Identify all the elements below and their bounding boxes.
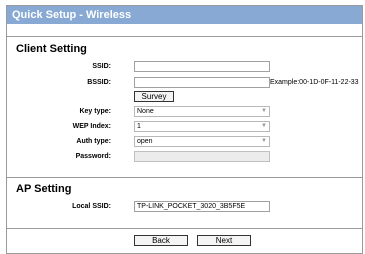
client-setting-title: Client Setting [16,43,87,55]
page-title: Quick Setup - Wireless [7,6,362,24]
local-ssid-input[interactable] [134,201,270,212]
password-label: Password: [75,153,111,160]
bssid-input[interactable] [134,77,270,88]
wep-index-select[interactable]: 1 ▼ [134,121,270,132]
auth-type-label: Auth type: [76,138,111,145]
chevron-down-icon: ▼ [261,138,267,144]
divider [7,228,362,229]
divider [7,36,362,37]
password-input[interactable] [134,151,270,162]
local-ssid-label: Local SSID: [72,203,111,210]
back-button[interactable]: Back [134,235,188,246]
key-type-select[interactable]: None ▼ [134,106,270,117]
divider [7,177,362,178]
wep-index-value: 1 [137,123,141,130]
bssid-label: BSSID: [87,79,111,86]
survey-button[interactable]: Survey [134,91,174,102]
chevron-down-icon: ▼ [261,123,267,129]
wizard-frame: Quick Setup - Wireless Client Setting SS… [6,5,363,254]
key-type-label: Key type: [79,108,111,115]
ssid-label: SSID: [92,63,111,70]
auth-type-value: open [137,138,153,145]
key-type-value: None [137,108,154,115]
chevron-down-icon: ▼ [261,108,267,114]
next-button[interactable]: Next [197,235,251,246]
bssid-hint: Example:00-1D-0F-11-22-33 [270,79,359,86]
ssid-input[interactable] [134,61,270,72]
ap-setting-title: AP Setting [16,183,72,195]
wep-index-label: WEP Index: [72,123,111,130]
auth-type-select[interactable]: open ▼ [134,136,270,147]
